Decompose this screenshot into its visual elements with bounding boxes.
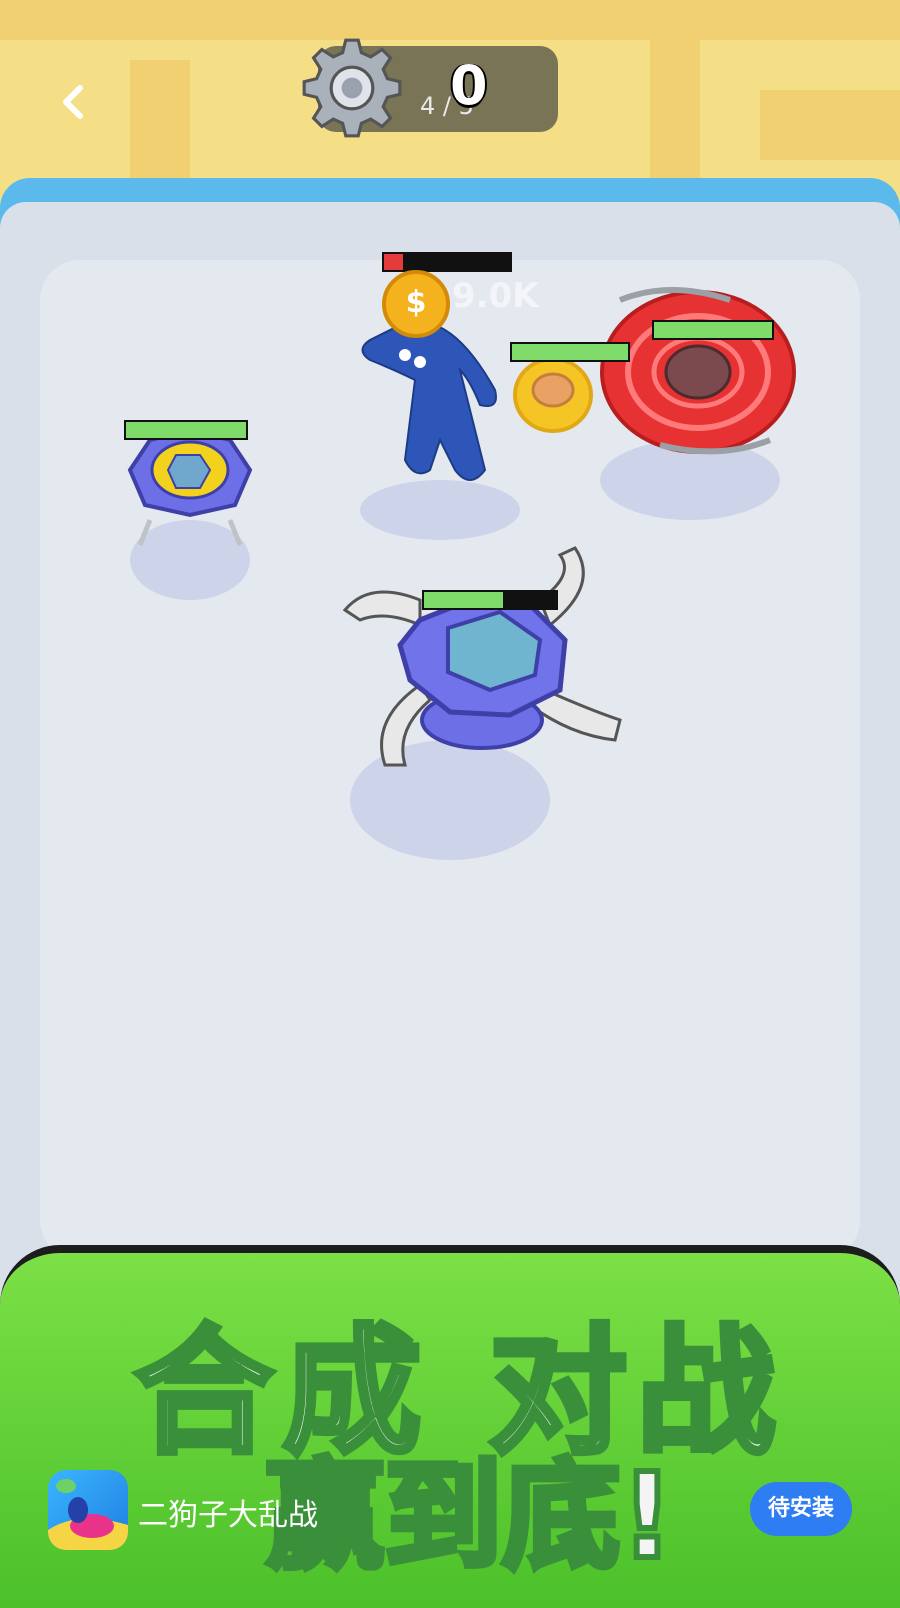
wall-stripe xyxy=(0,0,900,40)
install-button[interactable]: 待安装 xyxy=(750,1482,852,1536)
player-spinner[interactable] xyxy=(342,546,622,767)
enemy-monster-health-bar xyxy=(382,252,512,272)
health-fill xyxy=(512,344,628,360)
chevron-left-icon xyxy=(63,85,83,119)
yellow-spinner-health-bar xyxy=(510,342,630,362)
wall-pillar xyxy=(650,40,700,200)
left-spinner-health-bar xyxy=(124,420,248,440)
health-fill xyxy=(384,254,403,270)
health-fill xyxy=(654,322,772,338)
score-value: 0 xyxy=(450,54,488,117)
yellow-spinner[interactable] xyxy=(513,357,593,433)
app-name: 二狗子大乱战 xyxy=(138,1498,318,1533)
coin-icon: $ xyxy=(382,270,450,338)
gear-icon[interactable] xyxy=(300,36,404,140)
health-fill xyxy=(424,592,504,608)
enemy-monster[interactable] xyxy=(361,321,497,481)
battle-scene xyxy=(127,287,796,860)
back-button[interactable] xyxy=(50,78,98,126)
game-logo-icon xyxy=(48,1479,128,1550)
red-spinner-health-bar xyxy=(652,320,774,340)
red-spinner[interactable] xyxy=(600,287,796,455)
player-spinner-health-bar xyxy=(422,590,558,610)
floating-reward-text: 9.0K xyxy=(452,276,539,316)
app-icon[interactable] xyxy=(48,1470,128,1550)
health-fill xyxy=(126,422,246,438)
wall-block xyxy=(760,90,900,160)
